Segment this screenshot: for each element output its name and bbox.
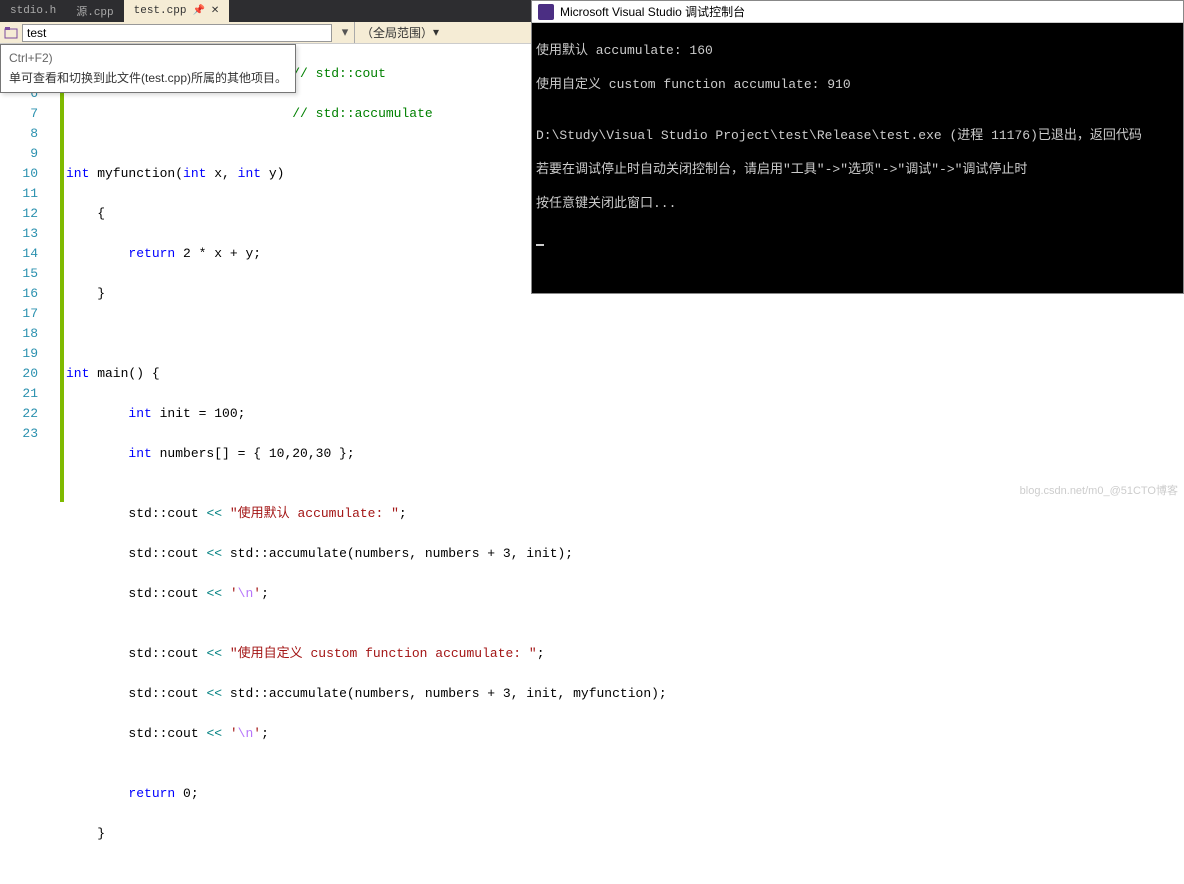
console-line: D:\Study\Visual Studio Project\test\Rele… bbox=[536, 127, 1179, 144]
code-line: int numbers[] = { 10,20,30 }; bbox=[66, 444, 1184, 464]
watermark: blog.csdn.net/m0_@51CTO博客 bbox=[1020, 482, 1178, 498]
pin-icon[interactable]: 📌 bbox=[192, 5, 204, 17]
console-line: 按任意键关闭此窗口... bbox=[536, 195, 1179, 212]
project-icon[interactable] bbox=[3, 25, 19, 41]
code-line: std::cout << "使用默认 accumulate: "; bbox=[66, 504, 1184, 524]
code-line: std::cout << std::accumulate(numbers, nu… bbox=[66, 544, 1184, 564]
tab-stdio[interactable]: stdio.h bbox=[0, 0, 66, 22]
console-line: 若要在调试停止时自动关闭控制台，请启用"工具"->"选项"->"调试"->"调试… bbox=[536, 161, 1179, 178]
code-line: std::cout << '\n'; bbox=[66, 724, 1184, 744]
navigation-tooltip: Ctrl+F2) 单可查看和切换到此文件(test.cpp)所属的其他项目。 bbox=[0, 44, 296, 93]
code-line: std::cout << std::accumulate(numbers, nu… bbox=[66, 684, 1184, 704]
tooltip-shortcut: Ctrl+F2) bbox=[9, 51, 287, 65]
console-title-text: Microsoft Visual Studio 调试控制台 bbox=[560, 3, 745, 20]
debug-console: Microsoft Visual Studio 调试控制台 使用默认 accum… bbox=[531, 0, 1184, 294]
code-line: std::cout << '\n'; bbox=[66, 584, 1184, 604]
chevron-down-icon: ▾ bbox=[433, 25, 439, 40]
tab-test[interactable]: test.cpp 📌 ✕ bbox=[124, 0, 230, 22]
code-line: int init = 100; bbox=[66, 404, 1184, 424]
console-line: 使用自定义 custom function accumulate: 910 bbox=[536, 76, 1179, 93]
code-line: } bbox=[66, 824, 1184, 844]
close-icon[interactable]: ✕ bbox=[211, 5, 219, 17]
console-cursor bbox=[536, 244, 544, 246]
console-output[interactable]: 使用默认 accumulate: 160 使用自定义 custom functi… bbox=[532, 23, 1183, 265]
fold-gutter[interactable]: ⊟ ⊟ bbox=[44, 44, 60, 502]
code-line: int main() { bbox=[66, 364, 1184, 384]
line-gutter: 456 789 101112 131415 161718 192021 2223 bbox=[0, 44, 44, 502]
scope-selector[interactable]: （全局范围） ▾ bbox=[354, 22, 445, 43]
tooltip-text: 单可查看和切换到此文件(test.cpp)所属的其他项目。 bbox=[9, 69, 287, 86]
console-titlebar[interactable]: Microsoft Visual Studio 调试控制台 bbox=[532, 1, 1183, 23]
code-line: std::cout << "使用自定义 custom function accu… bbox=[66, 644, 1184, 664]
vs-icon bbox=[538, 4, 554, 20]
tab-source[interactable]: 源.cpp bbox=[66, 0, 123, 22]
console-line: 使用默认 accumulate: 160 bbox=[536, 42, 1179, 59]
code-line: return 0; bbox=[66, 784, 1184, 804]
dropdown-icon[interactable]: ▾ bbox=[336, 25, 354, 40]
navigation-input[interactable] bbox=[22, 24, 332, 42]
